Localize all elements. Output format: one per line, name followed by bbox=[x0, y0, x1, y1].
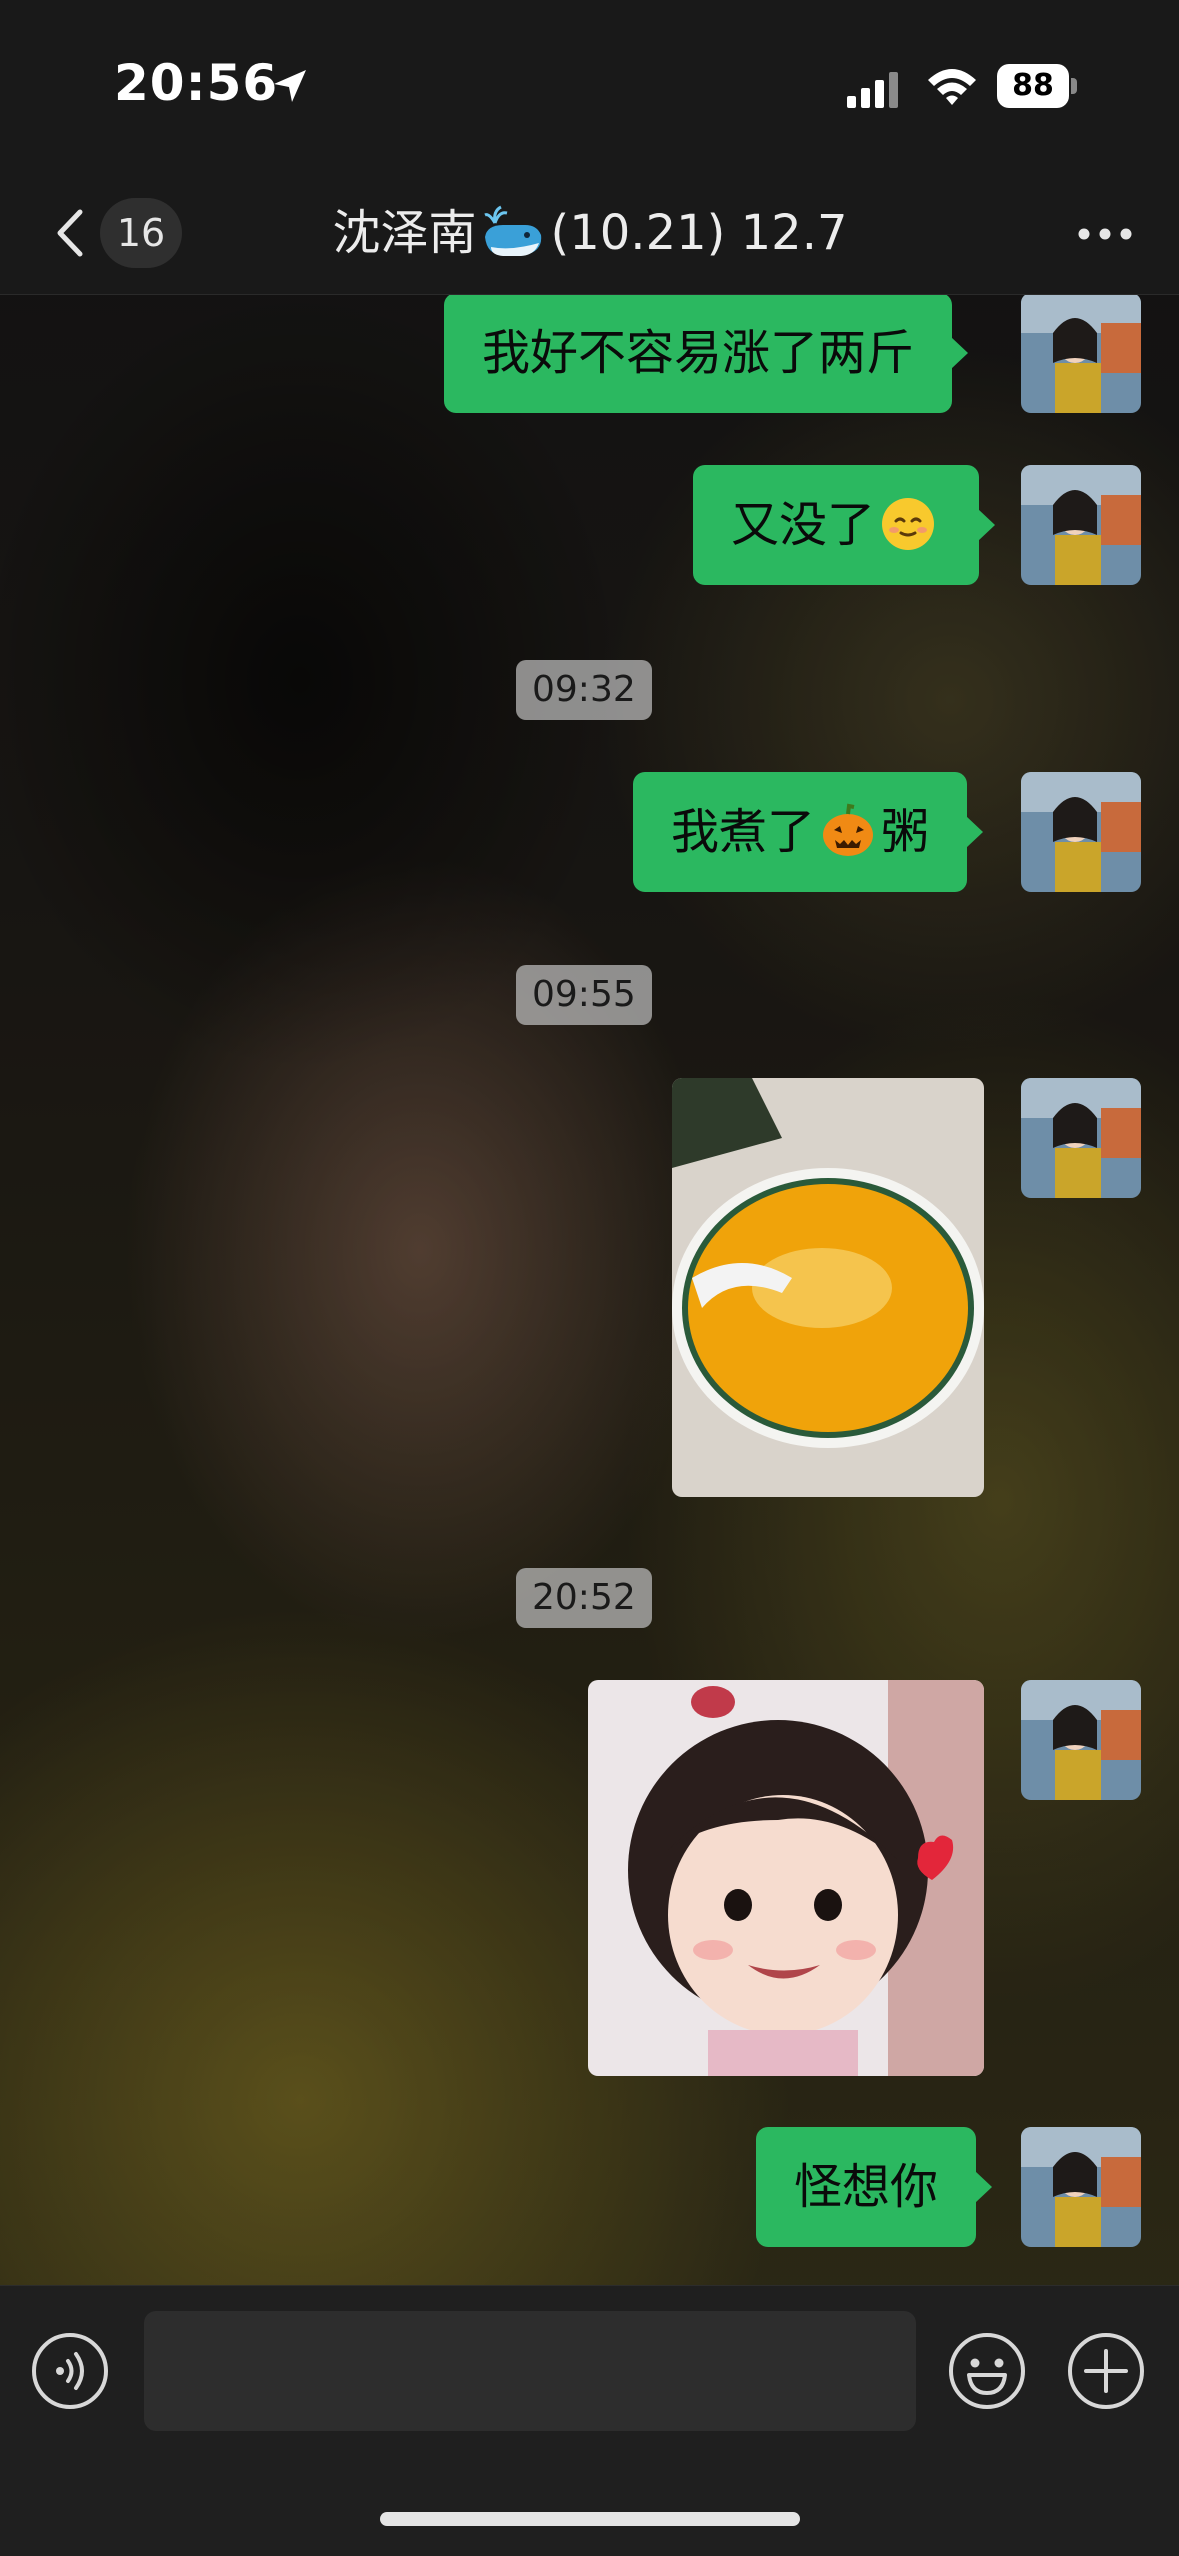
avatar-photo-icon bbox=[1021, 1680, 1141, 1800]
avatar-photo-icon bbox=[1021, 1078, 1141, 1198]
message-text: 我好不容易涨了两斤 bbox=[482, 325, 915, 381]
unread-count-badge: 16 bbox=[100, 198, 182, 268]
emoji-face-icon[interactable] bbox=[947, 2331, 1027, 2411]
signal-icon bbox=[847, 72, 898, 108]
location-arrow-icon bbox=[274, 70, 306, 102]
wifi-icon bbox=[928, 69, 976, 105]
battery-level: 88 bbox=[997, 64, 1069, 108]
avatar[interactable] bbox=[1021, 465, 1141, 585]
chat-title[interactable]: 沈泽南 (10.21) 12.7 bbox=[200, 198, 980, 268]
message-text: 怪想你 bbox=[794, 2159, 939, 2215]
back-button[interactable]: 16 bbox=[40, 194, 190, 270]
whale-emoji-icon bbox=[483, 205, 541, 256]
smiling-face-emoji-icon bbox=[882, 498, 935, 550]
avatar[interactable] bbox=[1021, 772, 1141, 892]
timestamp: 20:52 bbox=[516, 1568, 652, 1628]
message-bubble[interactable]: 我煮了 粥 bbox=[633, 772, 984, 892]
pumpkin-porridge-photo-icon bbox=[672, 1078, 984, 1497]
battery-icon: 88 bbox=[997, 64, 1077, 108]
avatar-photo-icon bbox=[1021, 2127, 1141, 2247]
chat-title-suffix: (10.21) 12.7 bbox=[550, 205, 848, 261]
timestamp-text: 20:52 bbox=[532, 1577, 636, 1618]
message-text: 又没了 bbox=[731, 497, 876, 553]
timestamp: 09:55 bbox=[516, 965, 652, 1025]
battery-tip bbox=[1071, 78, 1077, 94]
timestamp: 09:32 bbox=[516, 660, 652, 720]
back-chevron-icon bbox=[57, 209, 83, 257]
message-input[interactable] bbox=[144, 2311, 916, 2431]
message-bubble[interactable]: 又没了 bbox=[693, 465, 996, 585]
pumpkin-emoji-icon bbox=[823, 803, 874, 856]
chat-title-name: 沈泽南 bbox=[332, 205, 477, 261]
avatar[interactable] bbox=[1021, 295, 1141, 413]
image-message-porridge[interactable] bbox=[672, 1078, 984, 1497]
chat-header: 16 沈泽南 (10.21) 12.7 bbox=[0, 170, 1179, 295]
message-bubble[interactable]: 怪想你 bbox=[756, 2127, 993, 2247]
avatar[interactable] bbox=[1021, 1680, 1141, 1800]
message-list[interactable]: 我好不容易涨了两斤 又没了 09:32 我煮了 粥 09:55 20:52 怪想… bbox=[0, 295, 1179, 2285]
timestamp-text: 09:32 bbox=[532, 669, 636, 710]
avatar[interactable] bbox=[1021, 2127, 1141, 2247]
voice-icon[interactable] bbox=[30, 2331, 110, 2411]
message-bubble[interactable]: 我好不容易涨了两斤 bbox=[444, 295, 969, 413]
avatar-photo-icon bbox=[1021, 772, 1141, 892]
message-text-after: 粥 bbox=[881, 804, 930, 860]
home-indicator[interactable] bbox=[380, 2512, 800, 2526]
avatar-photo-icon bbox=[1021, 465, 1141, 585]
status-time: 20:56 bbox=[114, 54, 279, 112]
avatar[interactable] bbox=[1021, 1078, 1141, 1198]
image-message-sticker[interactable] bbox=[588, 1680, 984, 2076]
plus-icon[interactable] bbox=[1066, 2331, 1146, 2411]
avatar-photo-icon bbox=[1021, 295, 1141, 413]
message-text-before: 我煮了 bbox=[671, 804, 816, 860]
more-icon[interactable] bbox=[1070, 204, 1140, 264]
status-bar: 20:56 88 bbox=[0, 0, 1179, 170]
baby-heart-sticker-icon bbox=[588, 1680, 984, 2076]
timestamp-text: 09:55 bbox=[532, 974, 636, 1015]
